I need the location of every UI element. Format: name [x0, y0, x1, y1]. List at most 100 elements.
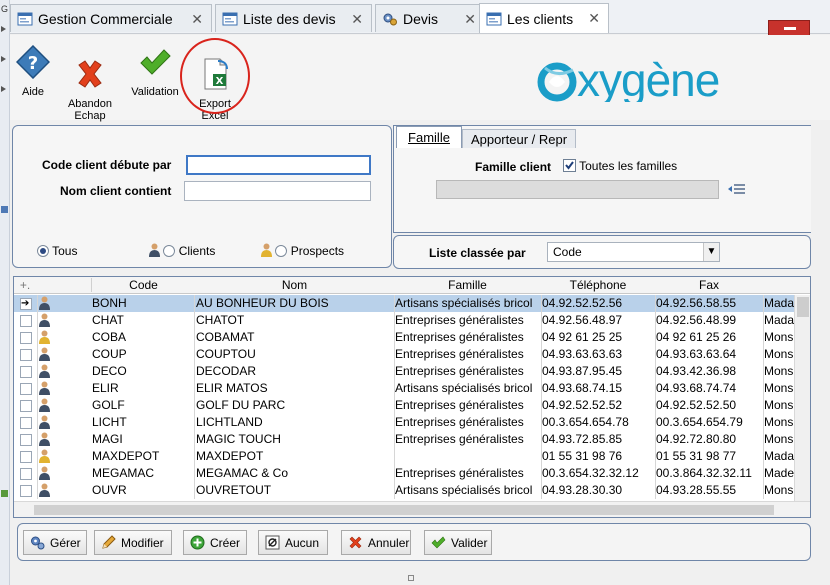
vertical-scrollbar[interactable] [794, 295, 810, 501]
cell-code: OUVR [92, 483, 127, 497]
cell-famille: Artisans spécialisés bricol [395, 381, 533, 395]
row-selector[interactable] [20, 485, 32, 497]
dock-arrow-icon[interactable] [1, 86, 6, 92]
radio-prospects[interactable]: Prospects [261, 243, 344, 258]
radio-button[interactable] [37, 245, 49, 257]
table-row[interactable]: COBA COBAMAT Entreprises généralistes 04 92… [14, 329, 794, 346]
cell-extra: Mada [764, 296, 794, 310]
cell-fax: 04.93.68.74.74 [656, 381, 737, 395]
aide-button[interactable]: ? Aide [15, 44, 51, 98]
validation-button[interactable]: Validation [128, 45, 182, 98]
table-row[interactable]: COUP COUPTOU Entreprises généralistes 04.93… [14, 346, 794, 363]
dock-arrow-icon[interactable] [1, 56, 6, 62]
list-picker-icon[interactable] [727, 183, 747, 196]
cell-famille: Entreprises généralistes [395, 432, 524, 446]
current-row-arrow-icon[interactable]: ➔ [20, 298, 32, 310]
header-spacer [37, 278, 92, 292]
table-row[interactable]: DECO DECODAR Entreprises généralistes 04.93… [14, 363, 794, 380]
tab-apporteur[interactable]: Apporteur / Repr [462, 129, 576, 148]
table-row[interactable]: LICHT LICHTLAND Entreprises généralistes 00… [14, 414, 794, 431]
aucun-button[interactable]: Aucun [258, 530, 328, 555]
tab-liste-des-devis[interactable]: Liste des devis ✕ [215, 4, 372, 32]
column-divider [37, 380, 38, 397]
row-selector[interactable] [20, 366, 32, 378]
abandon-label: Abandon Echap [67, 98, 113, 122]
row-selector[interactable] [20, 349, 32, 361]
row-selector[interactable] [20, 400, 32, 412]
annuler-button[interactable]: Annuler [341, 530, 411, 555]
row-selector[interactable] [20, 332, 32, 344]
horizontal-scrollbar[interactable] [14, 501, 810, 517]
cell-code: CHAT [92, 313, 124, 327]
cell-code: COBA [92, 330, 127, 344]
table-row[interactable]: MAGI MAGIC TOUCH Entreprises généralistes 0… [14, 431, 794, 448]
row-selector[interactable] [20, 468, 32, 480]
checkbox[interactable] [563, 159, 576, 172]
tab-gestion-commerciale[interactable]: Gestion Commerciale ✕ [10, 4, 212, 32]
header-telephone[interactable]: Téléphone [541, 278, 655, 292]
cell-code: GOLF [92, 398, 125, 412]
cell-extra: Mons [764, 364, 794, 378]
scroll-thumb[interactable] [34, 505, 774, 515]
checkmark-icon [565, 161, 574, 170]
close-icon[interactable]: ✕ [588, 10, 600, 27]
cell-code: MAXDEPOT [92, 449, 160, 463]
column-chooser-icon[interactable]: +. [17, 278, 33, 292]
radio-clients[interactable]: Clients [149, 243, 215, 258]
toutes-familles-checkbox[interactable]: Toutes les familles [563, 159, 677, 173]
check-icon [140, 49, 171, 75]
creer-button[interactable]: Créer [183, 530, 247, 555]
tab-devis[interactable]: Devis ✕ [375, 4, 485, 32]
row-selector[interactable] [20, 417, 32, 429]
window-close-button[interactable] [768, 20, 810, 36]
cell-fax: 00.3.864.32.32.11 [656, 466, 752, 480]
row-selector[interactable] [20, 434, 32, 446]
row-selector[interactable] [20, 451, 32, 463]
table-row[interactable]: ➔ BONH AU BONHEUR DU BOIS Artisans spéciali… [14, 295, 794, 312]
tab-famille[interactable]: Famille [396, 126, 462, 148]
cell-nom: GOLF DU PARC [196, 398, 286, 412]
table-row[interactable]: CHAT CHATOT Entreprises généralistes 04.92.… [14, 312, 794, 329]
close-icon[interactable]: ✕ [191, 11, 203, 28]
row-selector[interactable] [20, 315, 32, 327]
sort-value: Code [553, 245, 582, 259]
scroll-thumb[interactable] [797, 297, 809, 317]
client-person-icon [39, 398, 50, 412]
nom-input[interactable] [184, 181, 371, 201]
abandon-button[interactable]: Abandon Echap [65, 45, 115, 134]
header-code[interactable]: Code [92, 278, 195, 292]
client-person-icon [39, 313, 50, 327]
chevron-down-icon[interactable]: ▼ [703, 243, 719, 261]
table-row[interactable]: OUVR OUVRETOUT Artisans spécialisés bricol… [14, 482, 794, 499]
famille-tab-panel: Famille Apporteur / Repr Famille client … [393, 125, 811, 233]
dock-arrow-icon[interactable] [1, 26, 6, 32]
cell-famille: Entreprises généralistes [395, 398, 524, 412]
resize-grip[interactable] [408, 575, 414, 581]
table-row[interactable]: MEGAMAC MEGAMAC & Co Entreprises généralis… [14, 465, 794, 482]
table-row[interactable]: MAXDEPOT MAXDEPOT 01 55 31 98 76 01 55 31 9… [14, 448, 794, 465]
column-divider [37, 397, 38, 414]
sort-select[interactable]: Code ▼ [547, 242, 720, 262]
table-row[interactable]: ELIR ELIR MATOS Artisans spécialisés brico… [14, 380, 794, 397]
gerer-button[interactable]: Gérer [23, 530, 87, 555]
code-input[interactable] [186, 155, 371, 175]
dock-pin-icon[interactable] [1, 206, 8, 213]
radio-tous[interactable]: Tous [37, 244, 77, 258]
close-icon[interactable]: ✕ [351, 11, 363, 28]
radio-button[interactable] [163, 245, 176, 257]
valider-button[interactable]: Valider [424, 530, 492, 555]
famille-select[interactable] [436, 180, 719, 199]
cell-extra: Mons [764, 347, 794, 361]
tab-les-clients[interactable]: Les clients ✕ [479, 3, 609, 33]
prospect-person-icon [39, 449, 50, 463]
row-selector[interactable] [20, 383, 32, 395]
cell-famille: Entreprises généralistes [395, 313, 524, 327]
close-icon[interactable]: ✕ [464, 11, 476, 28]
logo-graphic: xygène [537, 54, 720, 106]
modifier-button[interactable]: Modifier [94, 530, 172, 555]
header-nom[interactable]: Nom [195, 278, 394, 292]
table-row[interactable]: GOLF GOLF DU PARC Entreprises généralistes… [14, 397, 794, 414]
header-fax[interactable]: Fax [655, 278, 763, 292]
header-famille[interactable]: Famille [394, 278, 541, 292]
radio-button[interactable] [275, 245, 288, 257]
